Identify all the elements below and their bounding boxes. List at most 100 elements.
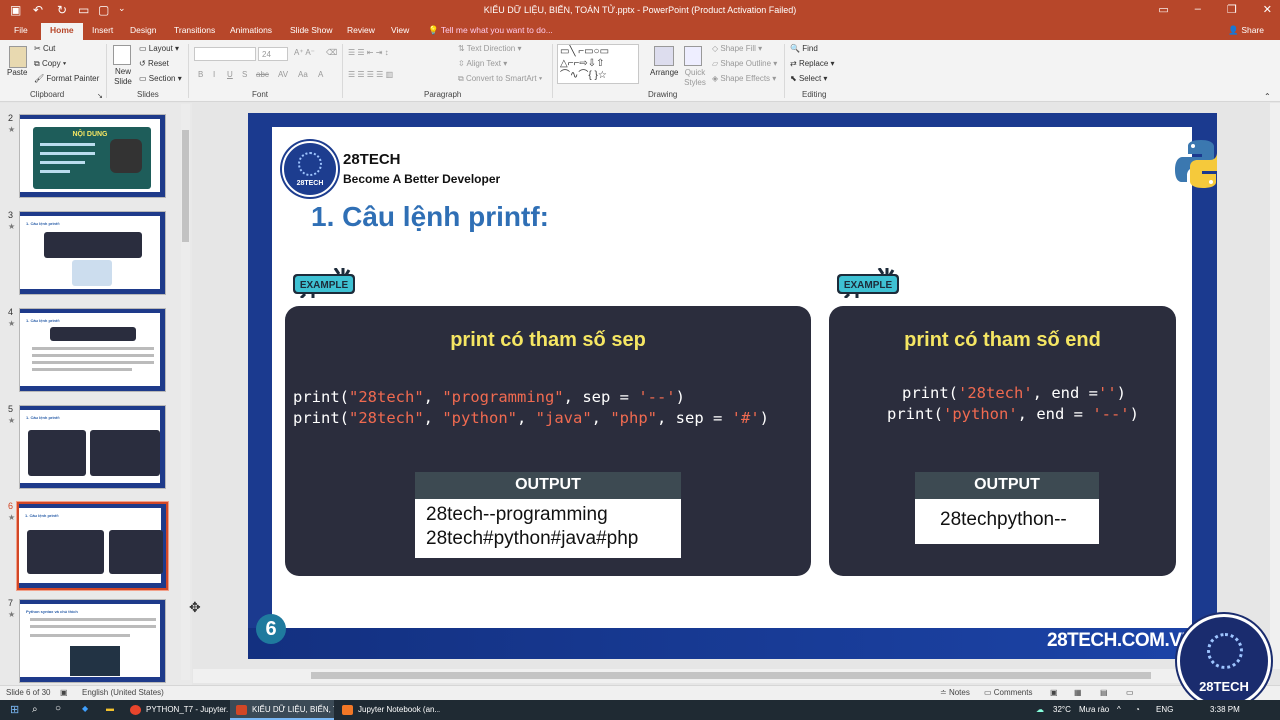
restore-icon[interactable]: ❐ [1227, 3, 1237, 16]
shape-effects-label: Shape Effects [720, 74, 771, 83]
taskbar-item-powerpoint[interactable]: KIỂU DỮ LIỆU, BIẾN, T... [230, 700, 334, 720]
language-indicator[interactable]: English (United States) [82, 688, 164, 697]
telegram-icon[interactable]: ◆ [82, 704, 88, 713]
tab-view[interactable]: View [391, 25, 409, 35]
paste-button[interactable]: Paste [7, 68, 27, 77]
search-icon[interactable]: ⌕ [32, 704, 38, 715]
normal-view-icon[interactable]: ▣ [1050, 688, 1058, 697]
wifi-icon[interactable]: ◔ [1135, 705, 1140, 714]
font-name-input[interactable] [194, 47, 256, 61]
text-direction-label: Text Direction [466, 44, 516, 53]
grow-font-icon[interactable]: A⁺ A⁻ [294, 48, 315, 57]
collapse-ribbon-icon[interactable]: ⌃ [1264, 92, 1271, 101]
find-button[interactable]: 🔍 Find [790, 44, 818, 53]
taskbar-item-jupyter[interactable]: PYTHON_T7 - Jupyter... [124, 700, 228, 720]
layout-button[interactable]: ▭ Layout ▾ [139, 44, 179, 53]
slide-canvas[interactable]: 28TECH 28TECH Become A Better Developer … [248, 113, 1217, 659]
thumb-title: 1. Câu lệnh printf: [26, 415, 60, 420]
task-view-icon[interactable]: ○ [55, 703, 61, 714]
bold-button[interactable]: B [198, 70, 203, 79]
slide-thumbnail-5[interactable]: 1. Câu lệnh printf: [19, 405, 166, 489]
smartart-label: Convert to SmartArt [465, 74, 537, 83]
tab-slide-show[interactable]: Slide Show [290, 25, 333, 35]
arrange-button[interactable]: Arrange [650, 68, 678, 77]
tab-design[interactable]: Design [130, 25, 156, 35]
slide-thumbnail-4[interactable]: 1. Câu lệnh printf: [19, 308, 166, 392]
tab-review[interactable]: Review [347, 25, 375, 35]
quick-styles-icon[interactable] [684, 46, 702, 66]
shadow-button[interactable]: S [242, 70, 247, 79]
tell-me-search[interactable]: 💡 Tell me what you want to do... [428, 25, 553, 36]
reading-view-icon[interactable]: ▤ [1100, 688, 1108, 697]
thumbnails-scrollbar[interactable] [181, 104, 190, 680]
tab-insert[interactable]: Insert [92, 25, 113, 35]
smartart-button[interactable]: ⧉ Convert to SmartArt ▾ [458, 74, 542, 84]
tell-me-label: Tell me what you want to do... [440, 25, 553, 35]
windows-start-icon[interactable]: ⊞ [10, 703, 19, 716]
char-spacing-button[interactable]: AV [278, 70, 288, 79]
format-painter-button[interactable]: 🖌 Format Painter [34, 74, 99, 83]
slideshow-icon[interactable]: ▭ [1126, 688, 1134, 697]
comments-button[interactable]: ▭ Comments [984, 688, 1032, 697]
select-button[interactable]: ⬉ Select ▾ [790, 74, 827, 83]
minimize-icon[interactable]: – [1195, 3, 1201, 16]
replace-button[interactable]: ⇄ Replace ▾ [790, 59, 835, 68]
editor-horizontal-scrollbar[interactable] [193, 669, 1270, 683]
tray-expand-icon[interactable]: ^ [1117, 705, 1121, 714]
clear-format-icon[interactable]: ⌫ [326, 48, 337, 57]
bullets-icon[interactable]: ☰ ☰ ⇤ ⇥ ↕ [348, 48, 389, 57]
shapes-gallery[interactable]: ▭╲ ⌐▭○▭ △⌐⌐⇨⇩⇧ ⌒∿⌒{ }☆ [557, 44, 639, 84]
slide-sorter-icon[interactable]: ▦ [1074, 688, 1082, 697]
slide-thumbnail-2[interactable]: NỘI DUNG [19, 114, 166, 198]
tab-file[interactable]: File [14, 25, 28, 35]
underline-button[interactable]: U [227, 70, 233, 79]
align-text-button[interactable]: ⇳ Align Text ▾ [458, 59, 507, 68]
quick-styles-button[interactable]: Quick Styles [683, 68, 707, 88]
shape-fill-button[interactable]: ◇ Shape Fill ▾ [712, 44, 762, 53]
slide-thumbnail-7[interactable]: Python syntax và chú thích [19, 599, 166, 683]
editing-group-label: Editing [802, 90, 827, 99]
font-color-button[interactable]: A [318, 70, 323, 79]
28tech-corner-logo: 28TECH [1177, 614, 1271, 708]
clipboard-launcher-icon[interactable]: ↘ [97, 92, 103, 100]
paste-icon[interactable] [9, 46, 27, 68]
ribbon-options-icon[interactable]: ▭ [1158, 3, 1168, 16]
tab-transitions[interactable]: Transitions [174, 25, 215, 35]
replace-icon: ⇄ [790, 59, 797, 68]
thumb-number: 5 [8, 404, 14, 414]
thumb-title: 1. Câu lệnh printf: [25, 513, 59, 518]
share-button[interactable]: 👤 Share [1228, 25, 1264, 36]
language-indicator[interactable]: ENG [1156, 705, 1173, 714]
paragraph-group-label: Paragraph [424, 90, 462, 99]
text-direction-button[interactable]: ⇅ Text Direction ▾ [458, 44, 522, 53]
new-slide-button[interactable]: New Slide [112, 67, 134, 87]
font-size-input[interactable]: 24 [258, 47, 288, 61]
strikethrough-button[interactable]: abc [256, 70, 269, 79]
slide-thumbnail-3[interactable]: 1. Câu lệnh printf: [19, 211, 166, 295]
reset-button[interactable]: ↺ Reset [139, 59, 169, 68]
file-explorer-icon[interactable]: ▬ [106, 704, 114, 713]
arrange-icon[interactable] [654, 46, 674, 66]
tab-animations[interactable]: Animations [230, 25, 272, 35]
cut-button[interactable]: ✂ Cut [34, 44, 55, 53]
clock: 3:38 PM [1210, 705, 1240, 714]
shape-effects-button[interactable]: ◈ Shape Effects ▾ [712, 74, 776, 83]
italic-button[interactable]: I [213, 70, 215, 79]
copy-button[interactable]: ⧉ Copy ▾ [34, 59, 66, 69]
align-icons[interactable]: ☰ ☰ ☰ ☰ ▥ [348, 70, 393, 79]
python-logo-icon [1175, 140, 1217, 188]
shape-outline-button[interactable]: ▱ Shape Outline ▾ [712, 59, 777, 68]
new-slide-icon[interactable] [113, 45, 131, 65]
tab-home[interactable]: Home [41, 23, 83, 40]
taskbar-item-notebook[interactable]: Jupyter Notebook (an... [336, 700, 440, 720]
close-icon[interactable]: ✕ [1263, 3, 1272, 16]
thumb-number: 2 [8, 113, 14, 123]
spellcheck-icon[interactable]: ▣ [60, 688, 68, 697]
slide-thumbnail-6[interactable]: 1. Câu lệnh printf: [16, 501, 169, 591]
editor-vertical-scrollbar[interactable] [1270, 103, 1280, 669]
notes-label: Notes [948, 688, 970, 697]
section-button[interactable]: ▭ Section ▾ [139, 74, 182, 83]
notes-button[interactable]: ≐ Notes [940, 688, 970, 697]
change-case-button[interactable]: Aa [298, 70, 308, 79]
example-badge-icon: EXAMPLE [293, 268, 355, 298]
